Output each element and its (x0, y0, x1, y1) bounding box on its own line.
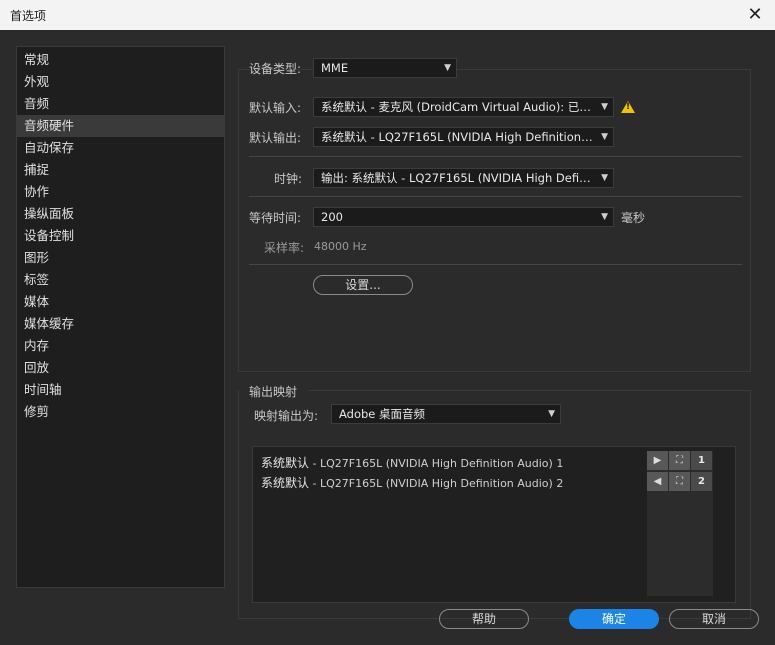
sidebar-item-audio[interactable]: 音频 (17, 93, 224, 115)
divider (249, 264, 742, 265)
sidebar-item-capture[interactable]: 捕捉 (17, 159, 224, 181)
chevron-down-icon: ▼ (601, 132, 608, 142)
sidebar-item-device-control[interactable]: 设备控制 (17, 225, 224, 247)
warning-icon: ! (621, 101, 635, 113)
device-type-label: 设备类型: (249, 62, 302, 76)
sidebar-item-control-surface[interactable]: 操纵面板 (17, 203, 224, 225)
default-output-dropdown[interactable]: 系统默认 - LQ27F165L (NVIDIA High Definition… (313, 127, 614, 147)
divider (249, 196, 742, 197)
chevron-down-icon: ▼ (601, 102, 608, 112)
channel-device-detail: - LQ27F165L (NVIDIA High Definition Audi… (309, 457, 564, 470)
chevron-down-icon: ▼ (548, 409, 555, 419)
default-input-dropdown[interactable]: 系统默认 - 麦克风 (DroidCam Virtual Audio): 已… … (313, 97, 614, 117)
category-list: 常规 外观 音频 音频硬件 自动保存 捕捉 协作 操纵面板 设备控制 图形 标签… (16, 46, 225, 588)
sidebar-item-appearance[interactable]: 外观 (17, 71, 224, 93)
sidebar-item-media-cache[interactable]: 媒体缓存 (17, 313, 224, 335)
sidebar-item-auto-save[interactable]: 自动保存 (17, 137, 224, 159)
channel-device-name: 系统默认 (261, 476, 310, 490)
sidebar-item-trim[interactable]: 修剪 (17, 401, 224, 423)
latency-unit: 毫秒 (621, 211, 646, 225)
channel-number[interactable]: 1 (691, 451, 712, 470)
sidebar-item-labels[interactable]: 标签 (17, 269, 224, 291)
channel-device-detail: - LQ27F165L (NVIDIA High Definition Audi… (309, 477, 564, 490)
clock-dropdown[interactable]: 输出: 系统默认 - LQ27F165L (NVIDIA High Defini… (313, 168, 614, 188)
device-type-dropdown[interactable]: MME ▼ (313, 58, 457, 78)
map-output-label: 映射输出为: (254, 409, 319, 423)
clock-value: 输出: 系统默认 - LQ27F165L (NVIDIA High Defini… (321, 171, 609, 185)
channel-mapping-column: ▶ ⛶ 1 ◀ ⛶ 2 (647, 451, 713, 596)
chevron-down-icon: ▼ (444, 63, 451, 73)
channel-device-name: 系统默认 (261, 456, 310, 470)
output-channel-list[interactable]: 系统默认 - LQ27F165L (NVIDIA High Definition… (252, 446, 736, 603)
ok-button[interactable]: 确定 (569, 609, 659, 629)
sidebar-item-memory[interactable]: 内存 (17, 335, 224, 357)
channel-number[interactable]: 2 (691, 472, 712, 491)
window-title: 首选项 (10, 9, 47, 23)
default-output-label: 默认输出: (249, 131, 302, 145)
play-icon[interactable]: ▶ (647, 451, 668, 470)
device-type-value: MME (321, 61, 349, 75)
cancel-button[interactable]: 取消 (669, 609, 759, 629)
divider (249, 156, 742, 157)
latency-value: 200 (321, 210, 343, 224)
sidebar-item-collaboration[interactable]: 协作 (17, 181, 224, 203)
sample-rate-value: 48000 Hz (314, 240, 367, 253)
chevron-down-icon: ▼ (601, 212, 608, 222)
speaker-icon[interactable]: ◀ (647, 472, 668, 491)
default-input-label: 默认输入: (249, 101, 302, 115)
map-output-dropdown[interactable]: Adobe 桌面音频 ▼ (331, 404, 561, 424)
sidebar-item-graphics[interactable]: 图形 (17, 247, 224, 269)
help-button[interactable]: 帮助 (439, 609, 529, 629)
chevron-down-icon: ▼ (601, 173, 608, 183)
sidebar-item-media[interactable]: 媒体 (17, 291, 224, 313)
default-output-value: 系统默认 - LQ27F165L (NVIDIA High Definition… (321, 130, 613, 144)
frame-icon[interactable]: ⛶ (669, 472, 690, 491)
sidebar-item-audio-hardware[interactable]: 音频硬件 (17, 115, 224, 137)
list-item[interactable]: 系统默认 - LQ27F165L (NVIDIA High Definition… (261, 454, 563, 471)
sample-rate-label: 采样率: (264, 241, 305, 255)
sidebar-item-playback[interactable]: 回放 (17, 357, 224, 379)
latency-label: 等待时间: (249, 211, 302, 225)
settings-button[interactable]: 设置... (313, 275, 413, 295)
default-input-value: 系统默认 - 麦克风 (DroidCam Virtual Audio): 已… (321, 100, 591, 114)
latency-dropdown[interactable]: 200 ▼ (313, 207, 614, 227)
title-bar: 首选项 ✕ (0, 0, 775, 30)
sidebar-item-timeline[interactable]: 时间轴 (17, 379, 224, 401)
close-icon[interactable]: ✕ (743, 3, 767, 27)
map-output-value: Adobe 桌面音频 (339, 407, 426, 421)
sidebar-item-general[interactable]: 常规 (17, 49, 224, 71)
divider (308, 390, 751, 391)
clock-label: 时钟: (274, 172, 303, 186)
frame-icon[interactable]: ⛶ (669, 451, 690, 470)
list-item[interactable]: 系统默认 - LQ27F165L (NVIDIA High Definition… (261, 474, 563, 491)
